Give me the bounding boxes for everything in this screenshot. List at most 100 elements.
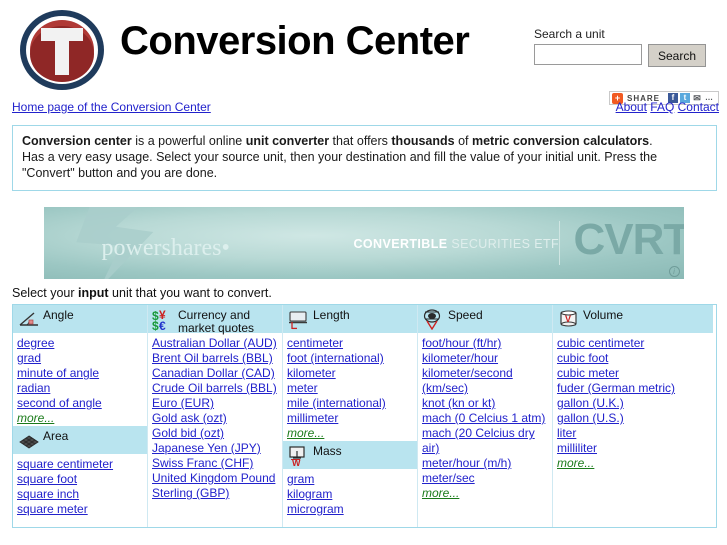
unit-link[interactable]: square foot (17, 472, 147, 487)
currency-icon: $ ¥ $ € (152, 308, 175, 333)
description-box: Conversion center is a powerful online u… (12, 125, 717, 191)
volume-icon: V (558, 308, 580, 330)
unit-link[interactable]: gram (287, 472, 417, 487)
desc-bold-1: Conversion center (22, 134, 132, 148)
svg-text:€: € (159, 319, 166, 332)
category-title: Length (313, 308, 350, 322)
unit-link[interactable]: kilometer (287, 366, 417, 381)
unit-column: Speed foot/hour (ft/hr) kilometer/hour kilo… (418, 305, 553, 527)
unit-list: gram kilogram microgram (283, 469, 417, 517)
unit-link[interactable]: microgram (287, 502, 417, 517)
angle-icon (18, 308, 40, 330)
svg-text:V: V (565, 314, 571, 324)
unit-link[interactable]: cubic meter (557, 366, 713, 381)
contact-link[interactable]: Contact (678, 100, 719, 114)
unit-link[interactable]: Crude Oil barrels (BBL) (152, 381, 282, 396)
select-text-1: Select your (12, 286, 79, 300)
unit-list: foot/hour (ft/hr) kilometer/hour kilometer… (418, 333, 552, 501)
search-button[interactable]: Search (648, 44, 707, 67)
more-link[interactable]: more... (422, 486, 552, 501)
unit-link[interactable]: cubic centimeter (557, 336, 713, 351)
desc-text-4: . (649, 134, 653, 148)
category-header-mass: W Mass (283, 441, 417, 469)
unit-link[interactable]: Canadian Dollar (CAD) (152, 366, 282, 381)
category-title: Angle (43, 308, 74, 322)
unit-link[interactable]: Swiss Franc (CHF) (152, 456, 282, 471)
unit-column: Length centimeter foot (international) kilo… (283, 305, 418, 527)
area-icon (18, 429, 40, 451)
unit-link[interactable]: foot (international) (287, 351, 417, 366)
unit-link[interactable]: kilogram (287, 487, 417, 502)
unit-link[interactable]: meter/hour (m/h) (422, 456, 552, 471)
category-header-area: Area (13, 426, 147, 454)
more-link[interactable]: more... (287, 426, 417, 441)
unit-link[interactable]: kilometer/hour (422, 351, 552, 366)
site-logo[interactable] (17, 8, 107, 92)
unit-link[interactable]: Brent Oil barrels (BBL) (152, 351, 282, 366)
unit-column: $ ¥ $ € Currency and market quotes Austral… (148, 305, 283, 527)
unit-list: centimeter foot (international) kilometer m… (283, 333, 417, 441)
unit-link[interactable]: centimeter (287, 336, 417, 351)
banner-tagline-light: SECURITIES ETF (447, 237, 560, 251)
category-header-speed: Speed (418, 305, 552, 333)
unit-list: degree grad minute of angle radian second of… (13, 333, 147, 426)
more-link[interactable]: more... (17, 411, 147, 426)
category-header-length: Length (283, 305, 417, 333)
about-link[interactable]: About (616, 100, 647, 114)
more-link[interactable]: more... (557, 456, 713, 471)
unit-link[interactable]: mile (international) (287, 396, 417, 411)
unit-link[interactable]: knot (kn or kt) (422, 396, 552, 411)
desc-text-1: is a powerful online (131, 134, 246, 148)
unit-link[interactable]: foot/hour (ft/hr) (422, 336, 552, 351)
desc-text-2: that offers (329, 134, 392, 148)
page-title: Conversion Center (120, 19, 470, 63)
unit-link[interactable]: square centimeter (17, 457, 147, 472)
unit-link[interactable]: Australian Dollar (AUD) (152, 336, 282, 351)
home-page-link[interactable]: Home page of the Conversion Center (12, 100, 211, 114)
banner-ticker: CVRT (573, 215, 684, 264)
unit-link[interactable]: square inch (17, 487, 147, 502)
unit-link[interactable]: cubic foot (557, 351, 713, 366)
select-bold: input (78, 286, 109, 300)
unit-link[interactable]: liter (557, 426, 713, 441)
unit-link[interactable]: Japanese Yen (JPY) (152, 441, 282, 456)
unit-link[interactable]: milliliter (557, 441, 713, 456)
unit-link[interactable]: second of angle (17, 396, 147, 411)
select-input-instruction: Select your input unit that you want to … (12, 286, 727, 300)
unit-link[interactable]: fuder (German metric) (557, 381, 713, 396)
category-title: Mass (313, 444, 342, 458)
unit-link[interactable]: square meter (17, 502, 147, 517)
unit-link[interactable]: meter/sec (422, 471, 552, 486)
unit-link[interactable]: Euro (EUR) (152, 396, 282, 411)
unit-link[interactable]: degree (17, 336, 147, 351)
banner-ad[interactable]: powershares• CONVERTIBLE SECURITIES ETF … (43, 207, 684, 279)
banner-divider (558, 221, 560, 265)
unit-link[interactable]: grad (17, 351, 147, 366)
unit-link[interactable]: Gold ask (ozt) (152, 411, 282, 426)
desc-bold-3: thousands (391, 134, 455, 148)
faq-link[interactable]: FAQ (650, 100, 674, 114)
ad-info-icon[interactable]: i (668, 266, 680, 277)
unit-link[interactable]: mach (20 Celcius dry air) (422, 426, 552, 456)
banner-tagline-bold: CONVERTIBLE (353, 237, 448, 251)
unit-link[interactable]: gallon (U.K.) (557, 396, 713, 411)
select-text-2: unit that you want to convert. (108, 286, 272, 300)
unit-link[interactable]: radian (17, 381, 147, 396)
search-input[interactable] (534, 44, 642, 65)
mass-icon: W (288, 444, 310, 468)
unit-link[interactable]: meter (287, 381, 417, 396)
length-icon (288, 308, 310, 330)
unit-link[interactable]: Gold bid (ozt) (152, 426, 282, 441)
search-label: Search a unit (534, 27, 605, 41)
unit-link[interactable]: kilometer/second (km/sec) (422, 366, 552, 396)
category-title: Currency and market quotes (178, 308, 255, 335)
unit-link[interactable]: millimeter (287, 411, 417, 426)
unit-link[interactable]: mach (0 Celcius 1 atm) (422, 411, 552, 426)
site-header: Conversion Center Search a unit Search +… (0, 0, 727, 105)
unit-list: Australian Dollar (AUD) Brent Oil barrels… (148, 333, 282, 501)
speed-icon (423, 308, 445, 331)
unit-link[interactable]: minute of angle (17, 366, 147, 381)
unit-link[interactable]: United Kingdom Pound Sterling (GBP) (152, 471, 282, 501)
unit-link[interactable]: gallon (U.S.) (557, 411, 713, 426)
banner-tagline: CONVERTIBLE SECURITIES ETF (354, 237, 560, 251)
